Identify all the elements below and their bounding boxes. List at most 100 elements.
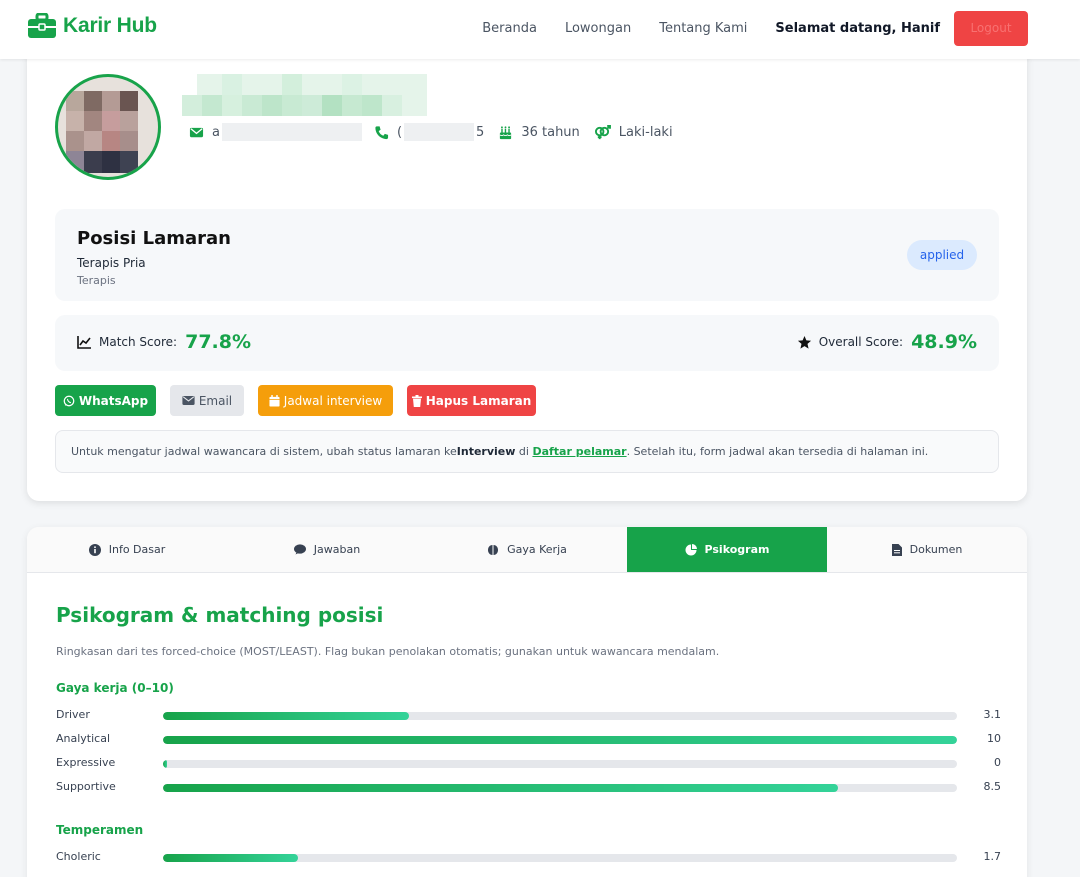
email-value[interactable]: a [212,125,220,140]
nav-link-beranda[interactable]: Beranda [482,21,537,36]
phone-suffix: 5 [476,124,485,140]
applicant-name-redacted [182,74,427,116]
tab-info-dasar[interactable]: Info Dasar [27,527,227,572]
contact-row: a ( 5 36 tahun Laki-laki [189,120,673,144]
phone-prefix[interactable]: ( [397,125,402,140]
email-button[interactable]: Email [170,385,244,416]
position-department: Terapis [77,274,116,287]
score-bar-row: Choleric 1.7 [56,850,1001,866]
age-value: 36 tahun [521,124,580,140]
score-bar-row: Supportive 8.5 [56,780,1001,796]
tab-dokumen[interactable]: Dokumen [827,527,1027,572]
pie-chart-icon [685,543,697,555]
logout-button[interactable]: Logout [954,10,1028,46]
score-bar-fill [163,712,410,720]
position-box: Posisi Lamaran Terapis Pria Terapis appl… [55,209,999,301]
applicant-profile-card: a ( 5 36 tahun Laki-laki Posisi Lamaran … [27,47,1027,501]
score-bar-fill [163,854,298,862]
birthday-cake-icon [499,125,512,139]
comment-icon [293,544,306,555]
tab-bar: Info Dasar Jawaban Gaya Kerja Psikogram … [27,527,1027,573]
email-button-label: Email [198,393,233,408]
delete-application-label: Hapus Lamaran [425,393,532,408]
tab-label: Psikogram [704,543,770,556]
score-bar-value: 1.7 [983,850,1002,863]
nav-link-lowongan[interactable]: Lowongan [565,21,631,36]
score-bar-label: Analytical [56,732,111,745]
line-chart-icon [77,336,91,349]
tab-label: Jawaban [313,543,361,556]
note-text-3: . Setelah itu, form jadwal akan tersedia… [626,445,929,458]
score-bar-label: Expressive [56,756,116,769]
score-bar-row: Expressive 0 [56,756,1001,772]
match-score-value: 77.8% [185,331,252,353]
overall-score-value: 48.9% [911,331,977,353]
action-buttons: WhatsApp Email Jadwal interview Hapus La… [55,385,536,416]
psikogram-subtitle: Ringkasan dari tes forced-choice (MOST/L… [56,645,720,658]
delete-application-button[interactable]: Hapus Lamaran [407,385,536,416]
score-bar-value: 3.1 [983,708,1002,721]
score-bar-track [163,712,957,720]
envelope-icon [189,127,204,137]
match-score-label: Match Score: [99,335,178,349]
tab-jawaban[interactable]: Jawaban [227,527,427,572]
file-icon [891,543,902,556]
score-bar-fill [163,736,957,744]
work-style-heading: Gaya kerja (0–10) [56,681,174,695]
score-bar-fill [163,784,838,792]
brand-name: Karir Hub [63,14,157,37]
note-text-2: di [515,445,533,458]
whatsapp-button[interactable]: WhatsApp [55,385,156,416]
briefcase-icon [28,13,56,38]
temperament-heading: Temperamen [56,823,144,837]
top-navbar: Karir Hub Beranda Lowongan Tentang Kami … [0,0,1080,59]
score-bar-label: Driver [56,708,90,721]
brand-logo[interactable]: Karir Hub [27,13,157,39]
position-heading: Posisi Lamaran [77,228,231,249]
score-bar-value: 0 [994,756,1001,769]
interview-info-note: Untuk mengatur jadwal wawancara di siste… [55,430,999,473]
note-text-1: Untuk mengatur jadwal wawancara di siste… [71,445,457,458]
whatsapp-button-label: WhatsApp [78,393,149,408]
nav-link-tentang-kami[interactable]: Tentang Kami [659,21,747,36]
psikogram-title: Psikogram & matching posisi [56,603,384,627]
score-bar-track [163,760,957,768]
schedule-interview-label: Jadwal interview [283,393,383,408]
tab-label: Gaya Kerja [507,543,567,556]
position-job: Terapis Pria [77,256,146,270]
score-bar-label: Supportive [56,780,116,793]
score-box: Match Score: 77.8% Overall Score: 48.9% [55,315,999,371]
score-bar-value: 8.5 [983,780,1002,793]
tab-gaya-kerja[interactable]: Gaya Kerja [427,527,627,572]
brain-icon [488,544,499,555]
welcome-text: Selamat datang, Hanif [775,20,940,36]
score-bar-track [163,784,957,792]
score-bar-value: 10 [987,732,1001,745]
calendar-icon [269,394,280,406]
tab-label: Info Dasar [108,543,166,556]
whatsapp-icon [63,395,75,406]
score-bar-fill [163,760,167,768]
match-score: Match Score: 77.8% [77,331,251,353]
score-bar-row: Driver 3.1 [56,708,1001,724]
email-redacted [221,123,362,141]
score-bar-track [163,736,957,744]
phone-icon [375,125,389,139]
status-badge: applied [907,240,977,270]
detail-tabs-card: Info Dasar Jawaban Gaya Kerja Psikogram … [27,527,1027,877]
schedule-interview-button[interactable]: Jadwal interview [258,385,393,416]
tab-psikogram[interactable]: Psikogram [627,527,827,572]
envelope-icon [182,396,195,405]
overall-score: Overall Score: 48.9% [797,331,977,353]
score-bar-label: Choleric [56,850,101,863]
phone-redacted [404,123,475,141]
note-bold-interview: Interview [456,445,516,458]
avatar [55,74,161,180]
tab-label: Dokumen [909,543,963,556]
trash-icon [411,394,422,407]
applicant-list-link[interactable]: Daftar pelamar [532,445,626,458]
overall-score-label: Overall Score: [818,335,904,349]
star-icon [797,335,811,349]
score-bar-track [163,854,957,862]
info-icon [88,543,101,556]
